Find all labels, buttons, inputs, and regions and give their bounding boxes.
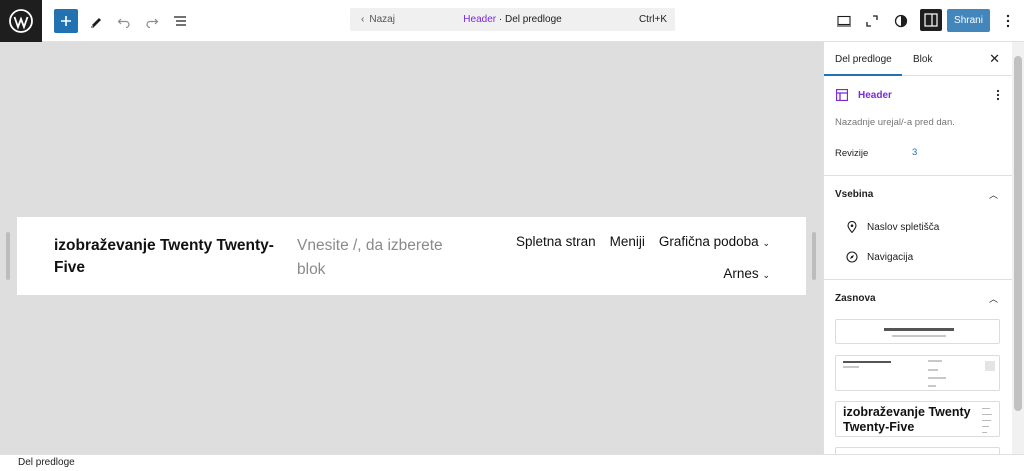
- block-placeholder[interactable]: Vnesite /, da izberete blok: [297, 234, 467, 282]
- preview-text-line: [928, 360, 942, 362]
- contrast-icon: [894, 14, 908, 28]
- preview-text-line: [843, 366, 859, 368]
- shortcut-hint: Ctrl+K: [638, 14, 667, 25]
- preview-nav-line: [892, 335, 946, 337]
- document-title: Header · Del predloge: [463, 14, 562, 25]
- preview-button[interactable]: [832, 9, 856, 33]
- breadcrumb: Del predloge: [0, 454, 1024, 470]
- layout-section-title[interactable]: Zasnova: [835, 293, 876, 304]
- editor-canvas[interactable]: izobraževanje Twenty Twenty-Five Vnesite…: [0, 42, 823, 454]
- preview-text-line: [928, 377, 946, 379]
- preview-title-line: [843, 361, 891, 363]
- template-part-icon: [836, 89, 848, 101]
- preview-nav-line: [982, 426, 989, 427]
- resize-handle-right[interactable]: [812, 232, 816, 280]
- chevron-up-icon[interactable]: ︿: [989, 188, 998, 201]
- wordpress-icon: [9, 9, 33, 33]
- close-sidebar-button[interactable]: ✕: [989, 51, 1000, 67]
- styles-button[interactable]: [889, 9, 913, 33]
- preview-text-line: [928, 369, 938, 371]
- preview-text-line: [928, 385, 936, 387]
- resize-handle-left[interactable]: [6, 232, 10, 280]
- compass-icon: [846, 251, 858, 263]
- fullscreen-button[interactable]: [860, 9, 884, 33]
- breadcrumb-item[interactable]: Del predloge: [18, 457, 75, 468]
- wordpress-logo-button[interactable]: [0, 0, 42, 42]
- site-title-block[interactable]: izobraževanje Twenty Twenty-Five: [54, 235, 279, 279]
- last-edited-text: Nazadnje urejal/-a pred dan.: [835, 117, 955, 128]
- desktop-icon: [837, 15, 851, 27]
- nav-item-meniji[interactable]: Meniji: [610, 232, 645, 252]
- tools-button[interactable]: [84, 9, 108, 33]
- content-item-navigation[interactable]: Navigacija: [846, 251, 913, 263]
- expand-icon: [866, 15, 878, 27]
- preview-nav-line: [982, 408, 990, 409]
- pattern-preview-centered[interactable]: [835, 319, 1000, 344]
- part-options-button[interactable]: [996, 88, 1000, 106]
- template-part-name: Header: [858, 90, 892, 101]
- template-part-summary: Header Nazadnje urejal/-a pred dan. Revi…: [824, 76, 1012, 176]
- undo-icon: [117, 18, 130, 28]
- redo-button[interactable]: [140, 9, 164, 33]
- content-section-title[interactable]: Vsebina: [835, 189, 873, 200]
- content-section: Vsebina ︿ Naslov spletišča Navigacija: [824, 176, 1012, 280]
- navigation-block[interactable]: Spletna stran Meniji Grafična podoba ⌄ A…: [516, 232, 770, 284]
- save-button[interactable]: Shrani: [947, 9, 990, 32]
- nav-item-spletna-stran[interactable]: Spletna stran: [516, 232, 596, 252]
- redo-icon: [146, 18, 159, 28]
- command-bar[interactable]: ‹ Nazaj Header · Del predloge Ctrl+K: [350, 8, 675, 31]
- add-block-button[interactable]: [54, 9, 78, 33]
- pattern-preview-more[interactable]: [835, 447, 1000, 454]
- scrollbar-thumb[interactable]: [1014, 56, 1022, 411]
- sidebar-tabs: Del predloge Blok ✕: [824, 42, 1012, 76]
- pencil-icon: [91, 18, 101, 28]
- preview-site-title: izobraževanje Twenty Twenty-Five: [843, 405, 971, 434]
- undo-button[interactable]: [112, 9, 136, 33]
- content-item-site-title[interactable]: Naslov spletišča: [846, 221, 939, 233]
- tab-block[interactable]: Blok: [913, 54, 932, 65]
- preview-nav-line: [982, 414, 992, 415]
- chevron-down-icon: ⌄: [762, 238, 770, 248]
- pattern-preview-large-title[interactable]: izobraževanje Twenty Twenty-Five: [835, 401, 1000, 437]
- plus-icon: [61, 16, 71, 26]
- sidebar-scrollbar[interactable]: [1012, 42, 1024, 454]
- nav-item-graficna-podoba[interactable]: Grafična podoba ⌄: [659, 232, 770, 252]
- pattern-preview-columns[interactable]: [835, 355, 1000, 391]
- header-template-part[interactable]: izobraževanje Twenty Twenty-Five Vnesite…: [17, 217, 806, 295]
- preview-image-box: [985, 361, 995, 371]
- list-view-icon: [174, 16, 186, 26]
- close-icon: ✕: [989, 51, 1000, 66]
- document-overview-button[interactable]: [168, 9, 192, 33]
- layout-section: Zasnova ︿ izobraževanje Twenty Twenty-Fi…: [824, 280, 1012, 454]
- more-vertical-icon: [1006, 14, 1010, 28]
- settings-sidebar: Del predloge Blok ✕ Header Nazadnje urej…: [823, 42, 1012, 454]
- options-button[interactable]: [996, 9, 1020, 33]
- revisions-link[interactable]: 3: [912, 147, 917, 158]
- chevron-down-icon: ⌄: [762, 270, 770, 280]
- preview-nav-line: [982, 420, 991, 421]
- nav-item-arnes[interactable]: Arnes ⌄: [723, 264, 770, 284]
- sidebar-icon: [924, 13, 938, 27]
- revisions-label: Revizije: [835, 148, 869, 159]
- map-marker-icon: [847, 221, 857, 233]
- preview-title-line: [884, 328, 954, 331]
- top-toolbar: ‹ Nazaj Header · Del predloge Ctrl+K Shr…: [0, 0, 1024, 42]
- chevron-up-icon[interactable]: ︿: [989, 292, 998, 305]
- more-vertical-icon: [996, 89, 1000, 101]
- preview-nav-line: [982, 432, 987, 433]
- settings-sidebar-button[interactable]: [920, 9, 942, 31]
- tab-template-part[interactable]: Del predloge: [835, 54, 892, 65]
